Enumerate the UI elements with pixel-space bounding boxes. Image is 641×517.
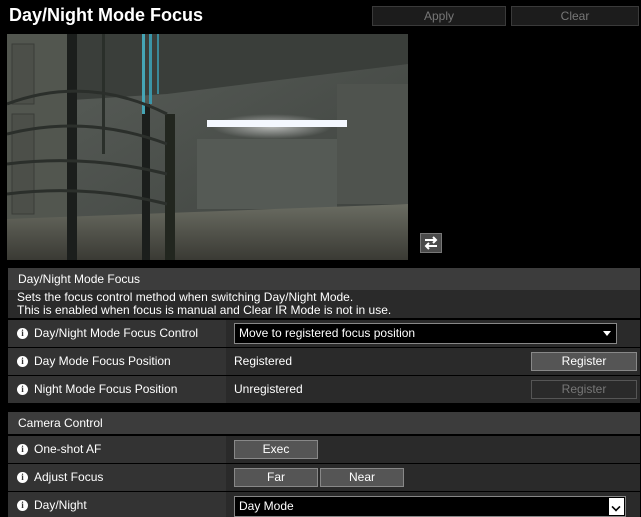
focus-control-select[interactable]: Move to registered focus position	[234, 323, 617, 344]
adjust-focus-label-text: Adjust Focus	[34, 470, 104, 484]
info-icon[interactable]: i	[17, 472, 28, 483]
focus-control-label: i Day/Night Mode Focus Control	[8, 320, 226, 347]
oneshot-af-label: i One-shot AF	[8, 436, 226, 463]
info-icon[interactable]: i	[17, 500, 28, 511]
info-icon[interactable]: i	[17, 384, 28, 395]
oneshot-af-label-text: One-shot AF	[34, 442, 102, 456]
adjust-focus-label: i Adjust Focus	[8, 464, 226, 491]
day-focus-position-label: i Day Mode Focus Position	[8, 348, 226, 375]
day-night-label-text: Day/Night	[34, 498, 87, 512]
page-title: Day/Night Mode Focus	[9, 5, 204, 25]
day-night-label: i Day/Night	[8, 492, 226, 517]
focus-control-select-value: Move to registered focus position	[239, 326, 416, 340]
night-focus-position-status: Unregistered	[234, 382, 303, 396]
info-icon[interactable]: i	[17, 444, 28, 455]
info-icon[interactable]: i	[17, 328, 28, 339]
day-focus-position-status: Registered	[234, 354, 293, 368]
adjust-focus-row: i Adjust Focus Far Near	[8, 464, 640, 491]
night-focus-position-row: i Night Mode Focus Position Unregistered…	[8, 376, 640, 403]
far-button[interactable]: Far	[234, 468, 318, 487]
night-focus-position-label: i Night Mode Focus Position	[8, 376, 226, 403]
oneshot-af-row: i One-shot AF Exec	[8, 436, 640, 463]
exec-button[interactable]: Exec	[234, 440, 318, 459]
chevron-down-icon	[609, 498, 624, 515]
near-button[interactable]: Near	[320, 468, 404, 487]
info-icon[interactable]: i	[17, 356, 28, 367]
day-night-select[interactable]: Day Mode	[234, 496, 626, 517]
focus-section-header: Day/Night Mode Focus	[8, 268, 640, 290]
apply-button[interactable]: Apply	[372, 6, 506, 26]
day-night-row: i Day/Night Day Mode	[8, 492, 640, 517]
day-focus-position-row: i Day Mode Focus Position Registered Reg…	[8, 348, 640, 375]
camera-video-preview	[7, 34, 408, 260]
swap-arrows-icon[interactable]	[420, 233, 442, 253]
night-focus-position-label-text: Night Mode Focus Position	[34, 382, 178, 396]
day-focus-position-label-text: Day Mode Focus Position	[34, 354, 171, 368]
camera-section-header: Camera Control	[8, 412, 640, 434]
focus-control-label-text: Day/Night Mode Focus Control	[34, 326, 199, 340]
day-night-select-value: Day Mode	[239, 499, 294, 513]
clear-button[interactable]: Clear	[511, 6, 639, 26]
night-register-button[interactable]: Register	[531, 380, 637, 399]
chevron-down-icon	[603, 331, 611, 336]
description-line-2: This is enabled when focus is manual and…	[17, 303, 392, 317]
page-header: Day/Night Mode Focus Apply Clear	[0, 0, 641, 30]
focus-section-description: Sets the focus control method when switc…	[8, 290, 640, 318]
focus-control-row: i Day/Night Mode Focus Control Move to r…	[8, 320, 640, 347]
day-register-button[interactable]: Register	[531, 352, 637, 371]
